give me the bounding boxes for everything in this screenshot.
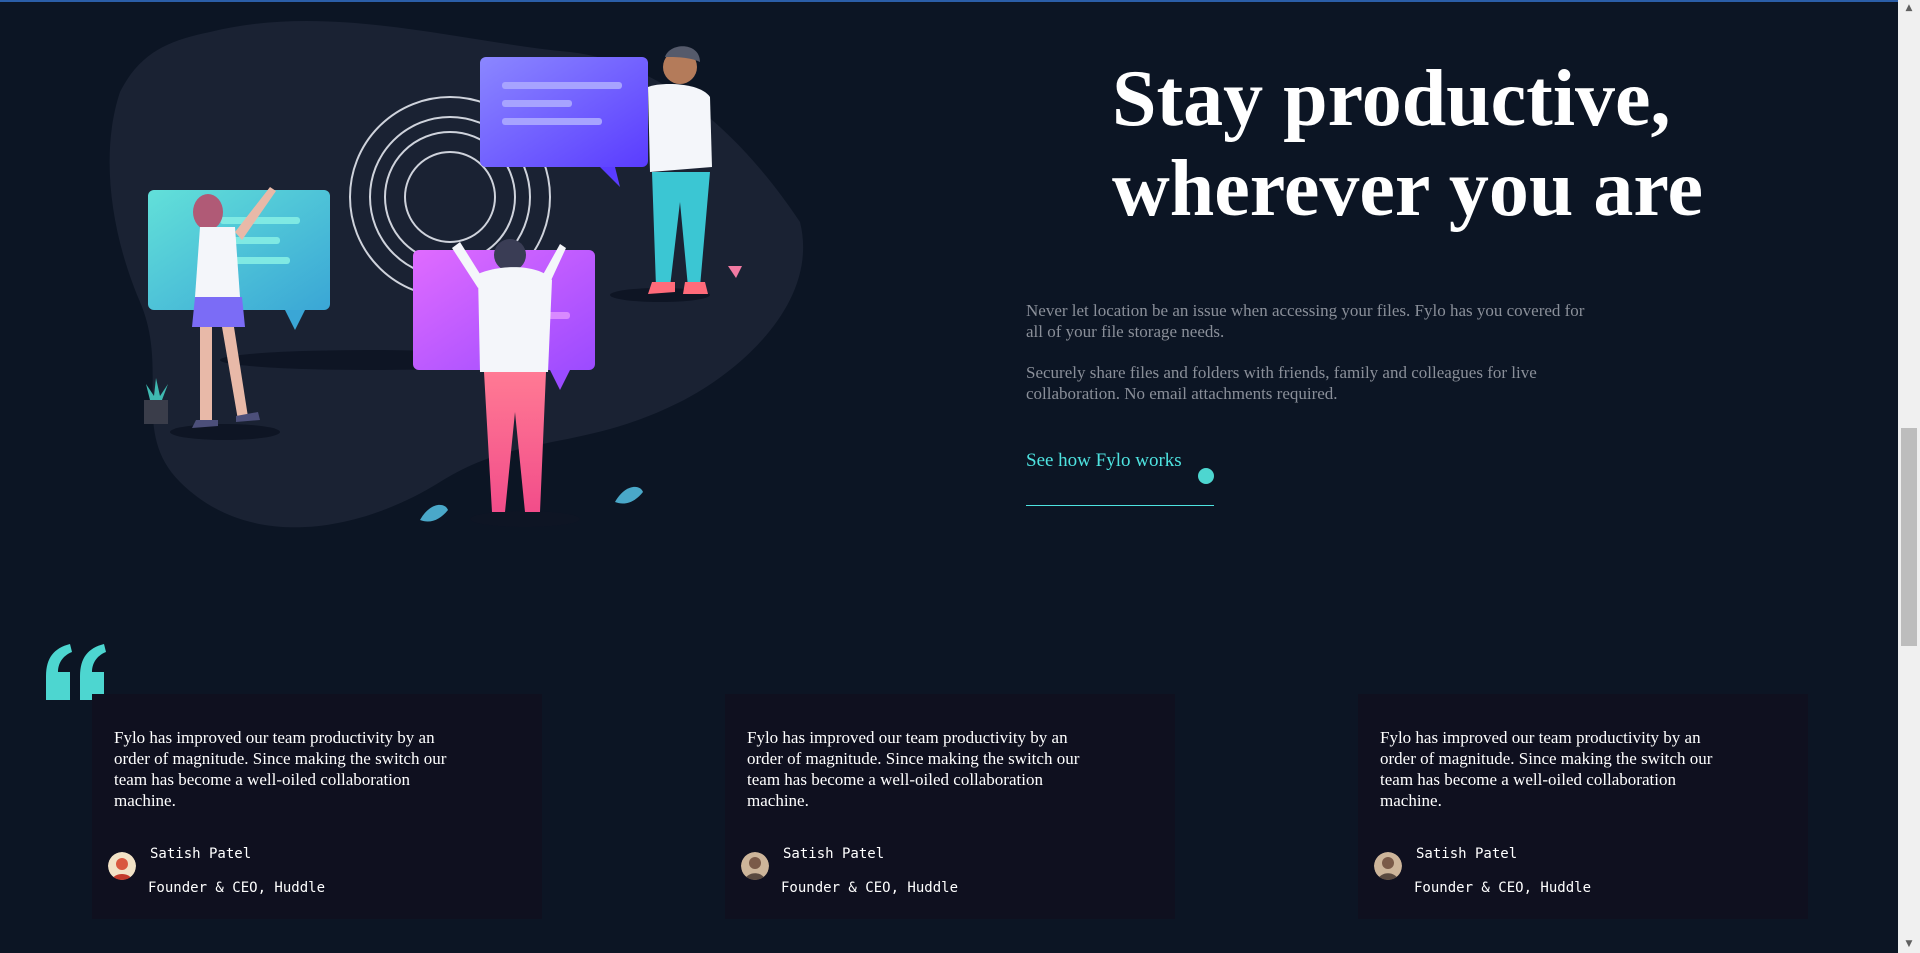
testimonial-role: Founder & CEO, Huddle	[1414, 880, 1592, 896]
testimonial-quote: Fylo has improved our team productivity …	[114, 728, 447, 810]
quote-icon	[46, 644, 106, 700]
cta-underline	[1026, 505, 1214, 506]
hero-paragraph-2: Securely share files and folders with fr…	[1026, 363, 1537, 403]
hero-title-line-2: wherever you are	[1112, 145, 1703, 233]
testimonial-role: Founder & CEO, Huddle	[148, 880, 326, 896]
testimonial-card: Fylo has improved our team productivity …	[725, 694, 1175, 919]
avatar	[108, 852, 136, 880]
testimonial-card: Fylo has improved our team productivity …	[1358, 694, 1808, 919]
avatar	[1374, 852, 1402, 880]
vertical-scrollbar[interactable]: ▲ ▼	[1898, 0, 1920, 953]
arrow-dot-icon[interactable]	[1198, 468, 1214, 484]
productive-people-illustration	[109, 21, 804, 528]
hero-title: Stay productive, wherever you are	[1112, 54, 1752, 234]
testimonial-role: Founder & CEO, Huddle	[781, 880, 959, 896]
testimonial-name: Satish Patel	[783, 846, 885, 862]
scroll-up-arrow-icon[interactable]: ▲	[1898, 0, 1920, 17]
avatar	[741, 852, 769, 880]
testimonial-name: Satish Patel	[1416, 846, 1518, 862]
page-content: Stay productive, wherever you are Never …	[0, 2, 1898, 953]
hero-paragraph-1: Never let location be an issue when acce…	[1026, 301, 1585, 341]
testimonial-card: Fylo has improved our team productivity …	[92, 694, 542, 919]
testimonial-quote: Fylo has improved our team productivity …	[1380, 728, 1713, 810]
hero-title-line-1: Stay productive,	[1112, 55, 1671, 143]
testimonial-name: Satish Patel	[150, 846, 252, 862]
testimonial-quote: Fylo has improved our team productivity …	[747, 728, 1080, 810]
scrollbar-thumb[interactable]	[1901, 428, 1917, 646]
scroll-down-arrow-icon[interactable]: ▼	[1898, 936, 1920, 953]
see-how-fylo-works-link[interactable]: See how Fylo works	[1026, 450, 1182, 472]
